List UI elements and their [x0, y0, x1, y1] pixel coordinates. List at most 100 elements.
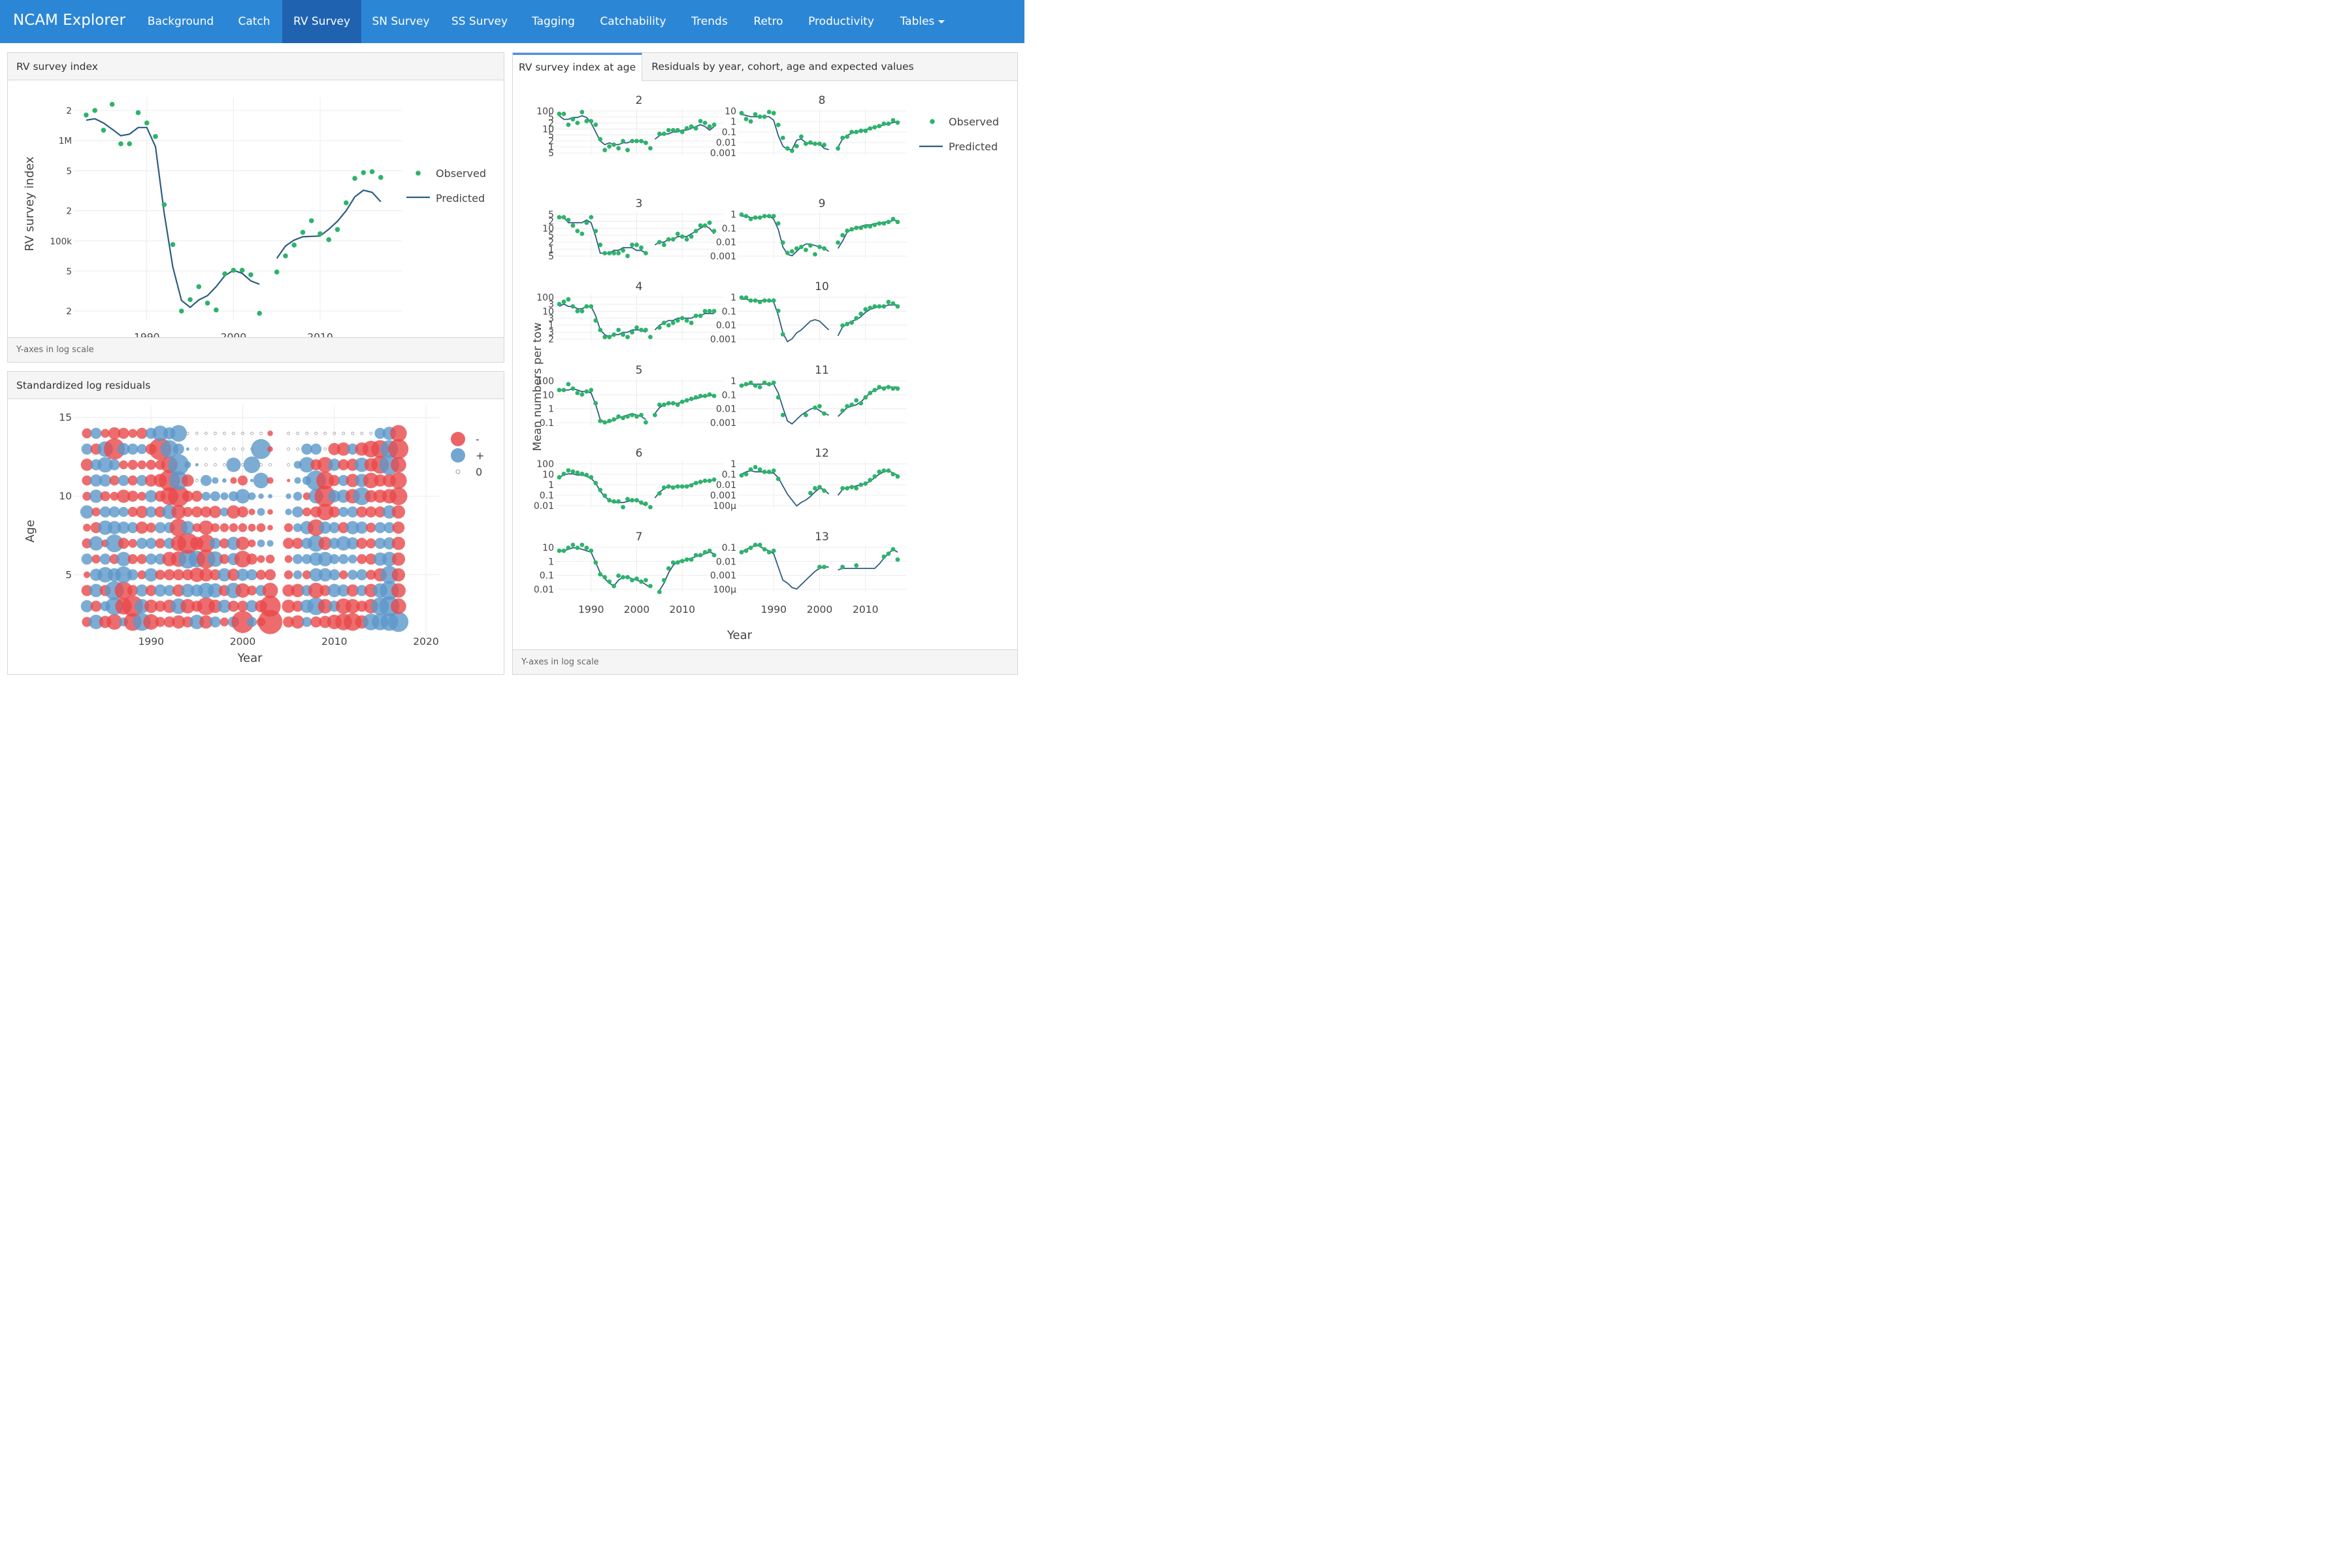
residual-positive — [81, 553, 93, 565]
rv-index-chart[interactable]: 19902000201021M52100k52YearRV survey ind… — [8, 81, 504, 337]
nav-trends[interactable]: Trends — [678, 0, 741, 43]
y-tick-label: 0.1 — [540, 571, 554, 581]
observed-point — [144, 120, 150, 125]
observed-point — [877, 469, 882, 474]
tab-rv-index-at-age[interactable]: RV survey index at age — [513, 53, 642, 81]
residual-positive — [258, 493, 264, 499]
nav-catchability[interactable]: Catchability — [588, 0, 678, 43]
observed-point — [798, 244, 804, 250]
residual-positive — [257, 508, 265, 516]
nav-background[interactable]: Background — [135, 0, 226, 43]
observed-point — [621, 248, 625, 253]
index-at-age-chart[interactable]: 1005210521521010.10.010.001852105215310.… — [513, 81, 1017, 649]
residual-negative — [392, 521, 405, 534]
nav-rv-survey[interactable]: RV Survey — [282, 0, 361, 43]
observed-point — [661, 402, 666, 407]
facet-age-8: 1010.10.010.001 8 — [710, 94, 907, 159]
observed-point — [570, 304, 576, 309]
observed-point — [771, 548, 776, 553]
residual-positive — [201, 491, 211, 501]
y-axis-title: Age — [24, 520, 37, 543]
residual-negative — [391, 536, 406, 550]
observed-point — [670, 400, 676, 406]
observed-point — [616, 327, 621, 333]
residual-negative — [220, 523, 229, 532]
observed-point — [693, 553, 698, 558]
observed-point — [808, 243, 813, 248]
observed-point — [771, 468, 776, 473]
observed-point — [840, 233, 845, 238]
observed-point — [648, 146, 653, 151]
y-tick-label: 0.1 — [722, 306, 736, 317]
residual-negative — [390, 472, 407, 489]
x-tick-label: 2000 — [624, 604, 649, 615]
y-tick-label: 15 — [59, 412, 72, 423]
residuals-chart[interactable]: 1990 2000 2010 2020 5 10 15 Year Age - +0 — [8, 400, 504, 675]
residual-positive — [89, 536, 104, 551]
app-brand[interactable]: NCAM Explorer — [13, 12, 125, 29]
observed-point — [785, 250, 790, 255]
x-tick-label: 2000 — [807, 604, 832, 615]
observed-point — [589, 215, 594, 220]
observed-point — [580, 542, 585, 547]
nav-tagging[interactable]: Tagging — [519, 0, 588, 43]
observed-point — [612, 583, 617, 589]
observed-point — [854, 398, 859, 403]
observed-point — [161, 202, 167, 208]
facet-age-13: 0.1 0.01 0.001 100μ 13 1990 2000 2010 — [710, 531, 907, 615]
residual-positive — [356, 569, 368, 581]
y-tick-label: 10 — [59, 491, 72, 502]
nav-catch[interactable]: Catch — [226, 0, 282, 43]
predicted-line — [741, 544, 829, 590]
nav-tables-dropdown[interactable]: Tables — [887, 0, 958, 43]
observed-point — [639, 139, 644, 144]
observed-point — [589, 387, 594, 393]
residual-negative — [257, 555, 265, 563]
residual-positive — [246, 569, 257, 581]
observed-point — [231, 267, 237, 273]
observed-point — [291, 242, 297, 248]
observed-point — [657, 325, 662, 330]
residual-zero — [223, 431, 226, 435]
observed-point — [789, 249, 794, 254]
observed-point — [661, 485, 666, 490]
observed-point — [780, 135, 785, 140]
observed-point — [753, 465, 758, 470]
nav-retro[interactable]: Retro — [741, 0, 796, 43]
observed-point — [675, 318, 680, 323]
residual-negative — [391, 552, 406, 566]
observed-point — [707, 308, 712, 314]
observed-point — [743, 116, 749, 122]
tab-residuals-by-year[interactable]: Residuals by year, cohort, age and expec… — [642, 53, 923, 80]
y-tick-label: 1 — [730, 210, 736, 220]
y-tick-label: 1 — [548, 557, 554, 567]
y-tick-label: 10 — [725, 106, 736, 117]
observed-point — [598, 572, 603, 577]
observed-point — [188, 297, 193, 302]
residual-positive — [118, 506, 129, 517]
residual-positive — [210, 491, 221, 502]
observed-point — [702, 120, 708, 125]
x-tick-label: 2010 — [853, 604, 878, 615]
predicted-line — [837, 386, 898, 417]
nav-productivity[interactable]: Productivity — [796, 0, 887, 43]
observed-point — [598, 327, 603, 333]
observed-point — [854, 316, 859, 321]
residual-zero — [323, 431, 327, 435]
observed-point — [661, 320, 666, 325]
observed-point — [675, 484, 680, 489]
facet-title: 9 — [819, 197, 826, 210]
observed-point — [561, 111, 566, 116]
observed-point — [872, 387, 877, 393]
observed-point — [762, 469, 767, 474]
observed-point — [845, 321, 850, 327]
nav-sn-survey[interactable]: SN Survey — [361, 0, 440, 43]
observed-point — [743, 295, 749, 300]
x-tick-label: 1990 — [138, 636, 163, 647]
observed-point — [630, 139, 634, 144]
observed-point — [868, 126, 873, 131]
nav-ss-survey[interactable]: SS Survey — [440, 0, 519, 43]
observed-point — [580, 392, 585, 397]
legend-predicted-label: Predicted — [436, 192, 485, 204]
observed-point — [675, 402, 680, 407]
